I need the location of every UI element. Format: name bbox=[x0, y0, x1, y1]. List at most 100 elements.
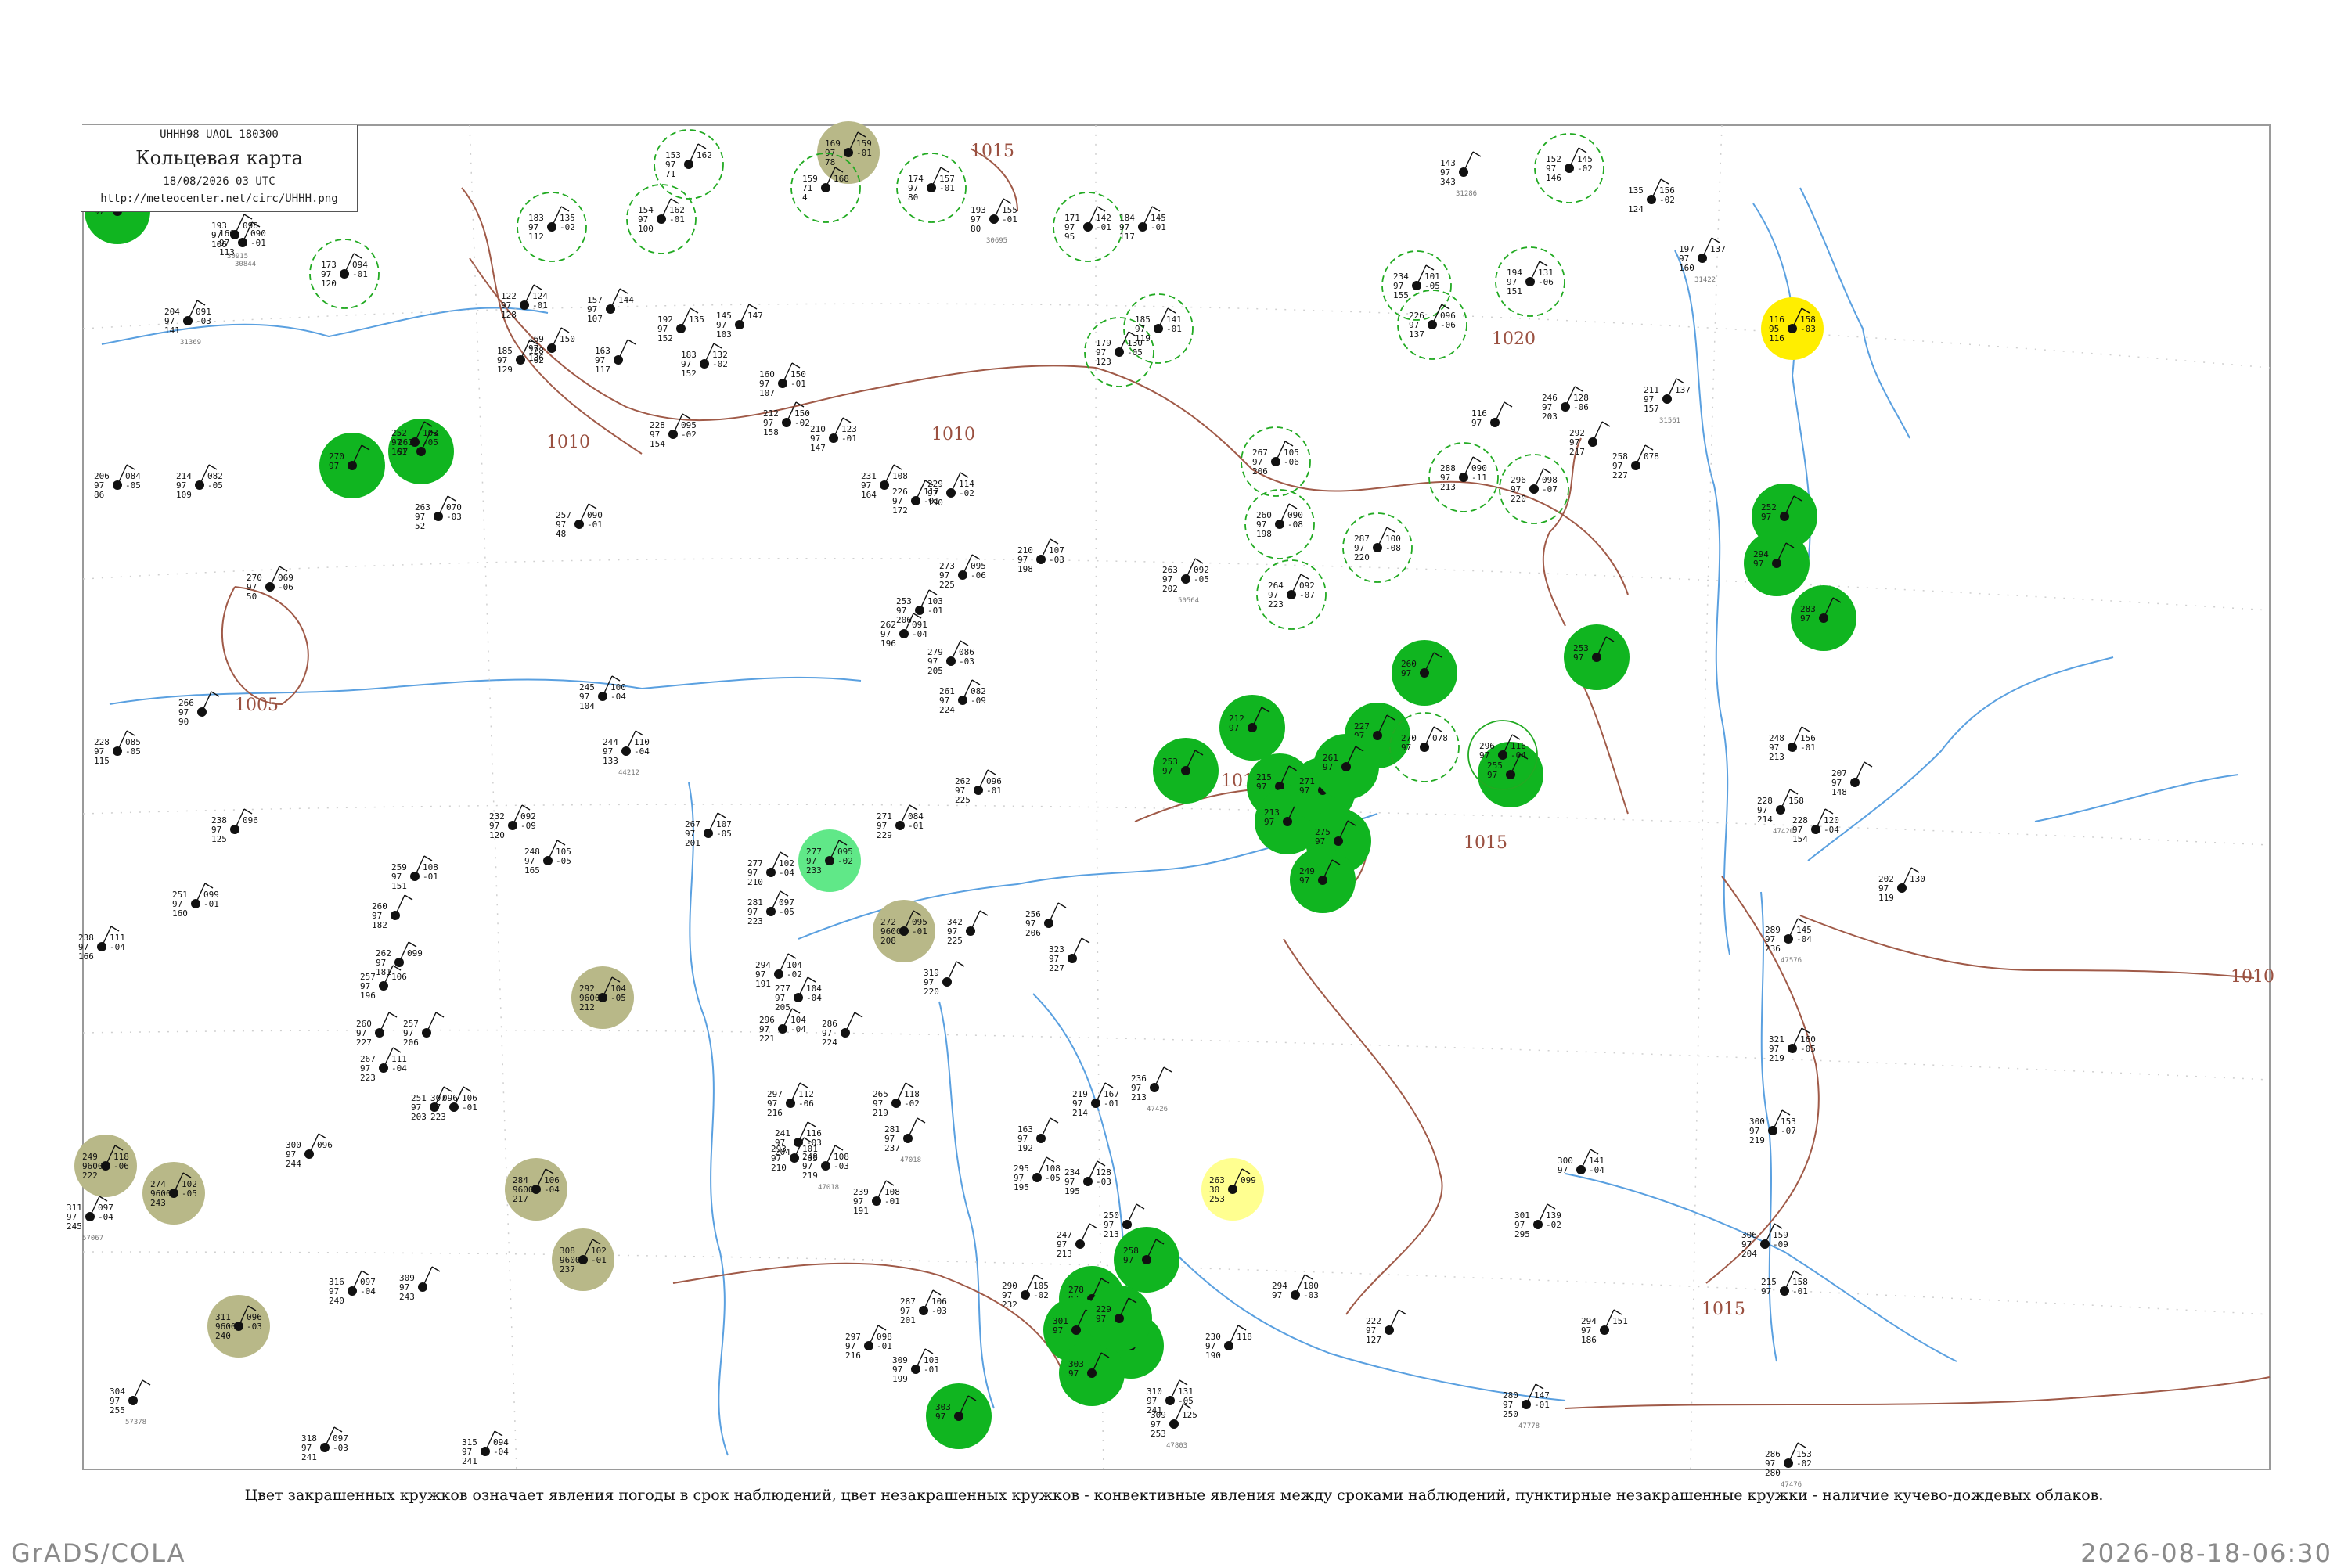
station-code: 97 bbox=[1761, 1286, 1771, 1296]
station-visibility: 161 bbox=[391, 447, 407, 457]
station-plot: 19497151131-06 bbox=[1495, 246, 1565, 317]
station-visibility: 4 bbox=[802, 192, 808, 203]
station-tendency: -02 bbox=[1659, 195, 1675, 205]
river-11 bbox=[1565, 1173, 1957, 1362]
station-visibility: 214 bbox=[1757, 815, 1773, 825]
station-plot: 15497100162-01 bbox=[626, 184, 697, 254]
station-plot: 17397120094-01 bbox=[309, 239, 380, 309]
station-visibility: 204 bbox=[775, 1147, 790, 1157]
station-plot: 25797206 bbox=[403, 1012, 445, 1048]
station-plot: 23897166111-04 bbox=[78, 926, 125, 962]
station-visibility: 217 bbox=[513, 1194, 528, 1204]
station-temperature: 125 bbox=[1182, 1410, 1197, 1420]
station-tendency: -05 bbox=[1194, 574, 1209, 584]
wind-barb-feather bbox=[1167, 307, 1176, 314]
station-temperature: 096 bbox=[442, 1093, 458, 1103]
wind-barb-feather bbox=[1660, 178, 1669, 185]
station-visibility: 182 bbox=[372, 920, 387, 930]
station-tendency: -08 bbox=[1287, 520, 1303, 530]
wind-barb-feather bbox=[1511, 734, 1521, 740]
wind-barb-feather bbox=[717, 812, 726, 818]
station-tendency: -03 bbox=[247, 1322, 262, 1332]
station-visibility: 225 bbox=[947, 936, 963, 946]
station-plot: 26097 bbox=[1392, 640, 1457, 706]
station-plot: 27997205086-03 bbox=[927, 640, 974, 676]
station-tendency: -03 bbox=[1096, 1177, 1111, 1187]
station-visibility: 206 bbox=[1025, 928, 1041, 938]
station-plot: 29697221104-04 bbox=[759, 1008, 806, 1044]
station-plot: 21997214167-01 bbox=[1072, 1082, 1119, 1118]
wind-barb-feather bbox=[1797, 918, 1806, 924]
station-tendency: -05 bbox=[207, 480, 223, 491]
wind-barb-feather bbox=[960, 472, 969, 478]
station-tendency: -08 bbox=[1385, 543, 1401, 553]
wind-barb-feather bbox=[353, 253, 362, 259]
wind-barb-feather bbox=[1504, 401, 1513, 408]
station-visibility: 151 bbox=[1507, 286, 1522, 297]
legend-caption: Цвет закрашенных кружков означает явлени… bbox=[244, 1487, 2104, 1504]
station-plot: 1439734331286 bbox=[1440, 151, 1482, 198]
wind-barb-feather bbox=[697, 143, 707, 149]
station-visibility: 119 bbox=[1878, 893, 1894, 903]
station-visibility: 160 bbox=[1679, 263, 1694, 273]
wind-barb-feather bbox=[243, 808, 253, 815]
wind-barb-feather bbox=[1676, 378, 1685, 384]
station-plot: 2669790 bbox=[178, 691, 220, 727]
station-visibility: 115 bbox=[94, 756, 110, 766]
wind-barb-feather bbox=[1288, 503, 1298, 509]
station-plot: 26097182 bbox=[372, 894, 413, 930]
wind-barb-icon bbox=[1079, 1223, 1090, 1245]
station-visibility: 124 bbox=[1628, 204, 1644, 214]
isobar-label: 1015 bbox=[1464, 833, 1507, 853]
station-visibility: 136 bbox=[528, 353, 544, 363]
station-visibility: 232 bbox=[1002, 1300, 1017, 1310]
wind-barb-feather bbox=[533, 284, 542, 290]
station-tendency: -04 bbox=[110, 942, 125, 952]
station-plot: 30397 bbox=[926, 1383, 992, 1449]
station-temperature: 096 bbox=[243, 815, 258, 825]
station-plot: 24997 bbox=[1290, 847, 1356, 913]
grid-line-7 bbox=[1690, 124, 1723, 1470]
wind-barb-feather bbox=[560, 327, 570, 333]
station-plot: 26197 bbox=[1313, 734, 1379, 800]
station-plot: 15797107144 bbox=[587, 288, 634, 324]
station-plot: 28697224 bbox=[822, 1012, 863, 1048]
wind-barb-feather bbox=[431, 1266, 441, 1272]
river-4 bbox=[938, 1001, 995, 1409]
station-visibility: 240 bbox=[215, 1331, 231, 1341]
isobar-label: 1015 bbox=[1702, 1300, 1745, 1319]
wind-barb-feather bbox=[588, 503, 597, 509]
station-visibility: 225 bbox=[955, 795, 971, 805]
station-visibility: 190 bbox=[927, 498, 943, 508]
station-visibility: 216 bbox=[845, 1350, 861, 1361]
wind-barb-icon bbox=[1071, 937, 1082, 959]
station-id: 47803 bbox=[1166, 1442, 1187, 1450]
station-plot: 30997199103-01 bbox=[892, 1348, 939, 1384]
station-plot: 27097078 bbox=[1389, 712, 1460, 782]
station-visibility: 129 bbox=[497, 365, 513, 375]
isobar-7 bbox=[1283, 938, 1443, 1315]
source-url[interactable]: http://meteocenter.net/circ/UHHH.png bbox=[81, 192, 357, 205]
wind-barb-feather bbox=[494, 1430, 503, 1437]
station-visibility: 48 bbox=[556, 529, 566, 539]
wind-barb-feather bbox=[682, 413, 691, 419]
station-plot: 24697203128-06 bbox=[1542, 386, 1589, 422]
wind-barb-feather bbox=[1089, 1223, 1098, 1229]
station-plot: 24797213 bbox=[1057, 1223, 1098, 1259]
wind-barb-feather bbox=[1543, 468, 1552, 474]
station-temperature: 137 bbox=[1710, 244, 1726, 254]
station-tendency: -02 bbox=[560, 222, 575, 232]
station-visibility: 154 bbox=[650, 439, 665, 449]
station-visibility: 120 bbox=[489, 830, 505, 840]
isobar-4 bbox=[1542, 437, 1582, 627]
station-visibility: 146 bbox=[1546, 173, 1561, 183]
station-visibility: 133 bbox=[603, 756, 618, 766]
station-tendency: -01 bbox=[587, 520, 603, 530]
wind-barb-feather bbox=[110, 926, 120, 932]
wind-barb-feather bbox=[1824, 808, 1834, 815]
station-tendency: -04 bbox=[544, 1185, 560, 1195]
station-plot: 11697 bbox=[1471, 401, 1513, 428]
station-plot: 30997243 bbox=[399, 1266, 441, 1302]
station-temperature: 118 bbox=[1237, 1332, 1252, 1342]
station-visibility: 222 bbox=[82, 1171, 98, 1181]
